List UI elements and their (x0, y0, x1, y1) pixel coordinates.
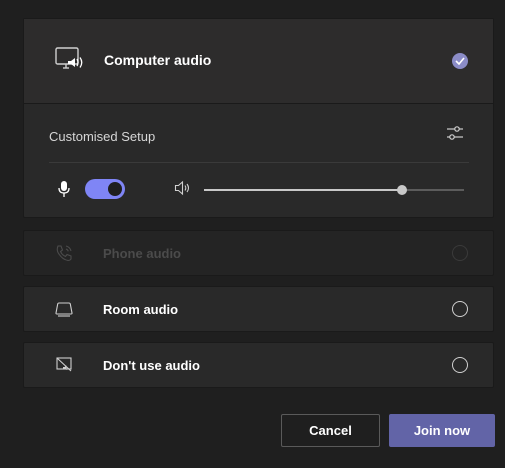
no-audio-option[interactable]: Don't use audio (23, 342, 494, 388)
computer-audio-option[interactable]: Computer audio (24, 19, 493, 104)
computer-audio-label: Computer audio (104, 52, 212, 68)
no-audio-icon (56, 357, 72, 372)
setup-label: Customised Setup (49, 129, 156, 144)
audio-settings-panel: Computer audio Customised Setup Phone au… (0, 0, 505, 468)
divider (49, 162, 469, 163)
sliders-icon[interactable] (445, 123, 465, 143)
volume-thumb[interactable] (396, 185, 407, 195)
phone-audio-radio (452, 245, 468, 261)
room-audio-radio[interactable] (452, 301, 468, 317)
room-device-icon (55, 302, 73, 317)
computer-audio-card: Computer audio Customised Setup (23, 18, 494, 218)
phone-audio-label: Phone audio (103, 246, 181, 261)
selected-check-icon (452, 53, 468, 69)
toggle-knob (108, 182, 122, 196)
speaker-icon (174, 180, 190, 196)
volume-slider[interactable] (204, 185, 464, 195)
computer-speaker-icon (55, 47, 83, 69)
no-audio-radio[interactable] (452, 357, 468, 373)
volume-fill (204, 189, 402, 191)
phone-icon (56, 245, 72, 262)
microphone-icon (58, 181, 70, 197)
microphone-toggle[interactable] (85, 179, 125, 199)
room-audio-option[interactable]: Room audio (23, 286, 494, 332)
phone-audio-option: Phone audio (23, 230, 494, 276)
no-audio-label: Don't use audio (103, 358, 200, 373)
join-now-button[interactable]: Join now (389, 414, 495, 447)
room-audio-label: Room audio (103, 302, 179, 317)
cancel-button[interactable]: Cancel (281, 414, 380, 447)
